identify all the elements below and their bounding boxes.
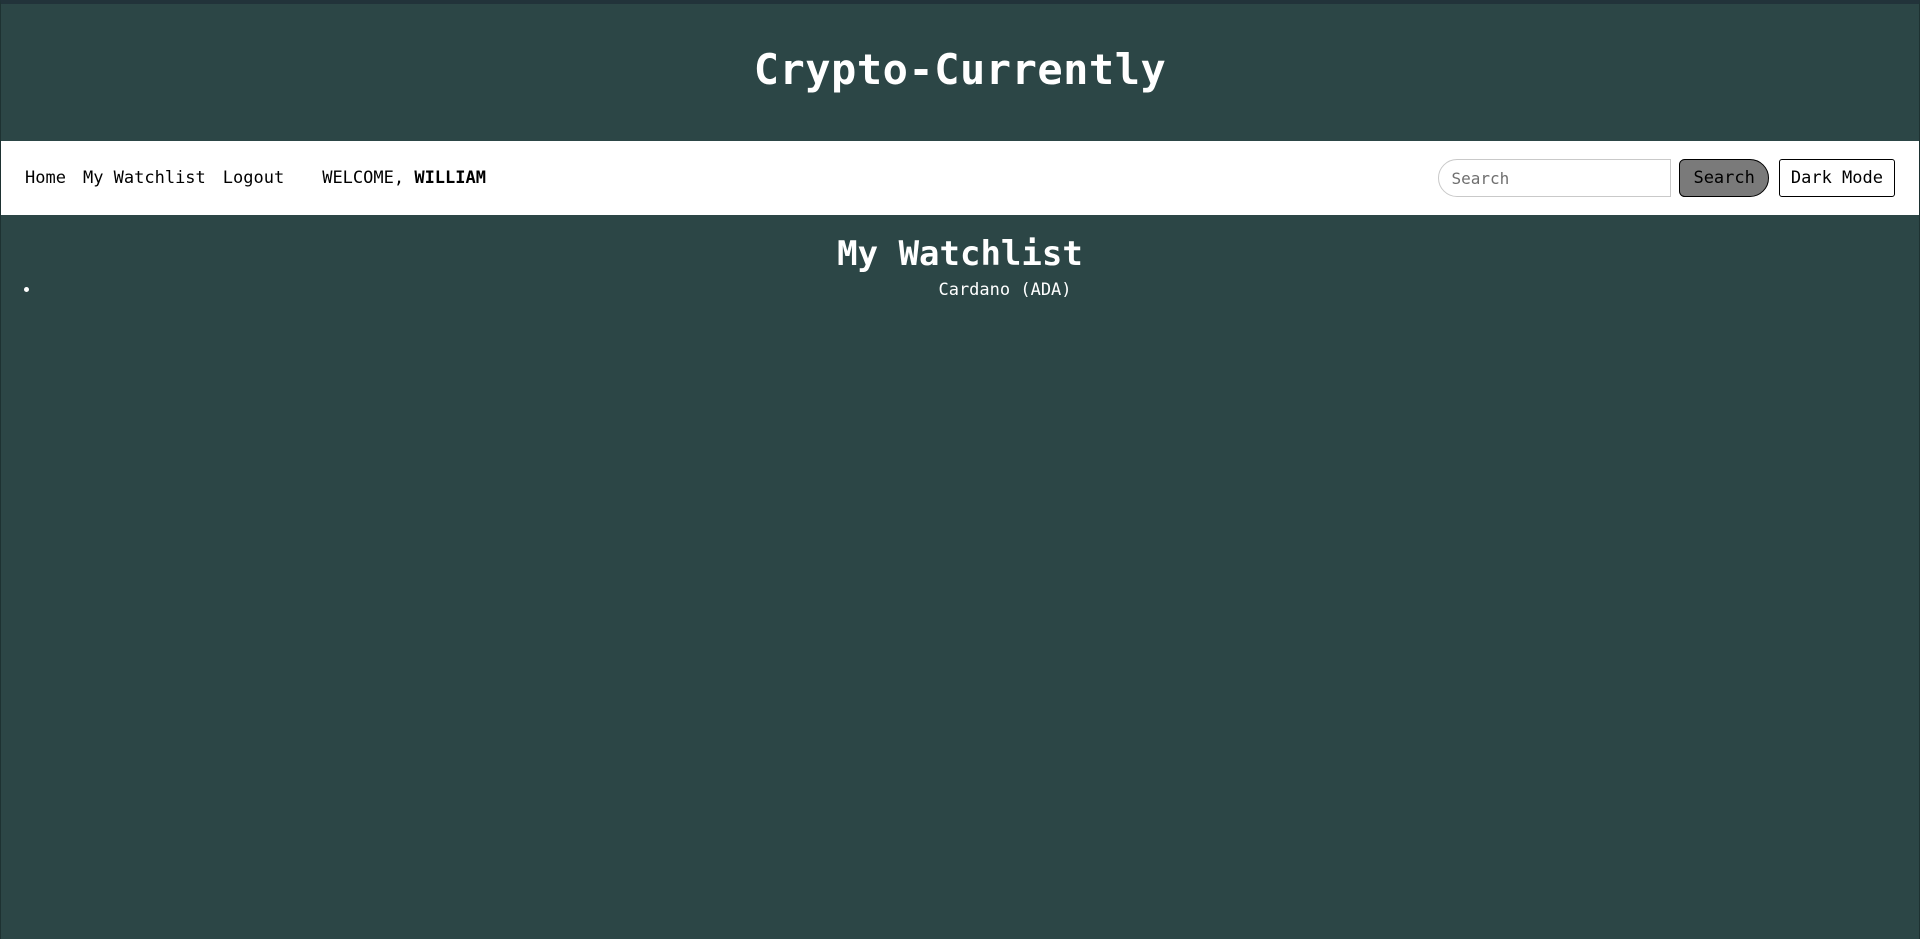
navbar: Home My Watchlist Logout WELCOME, WILLIA… (1, 141, 1919, 215)
nav-link-my-watchlist[interactable]: My Watchlist (83, 168, 206, 188)
nav-links: Home My Watchlist Logout (25, 168, 301, 188)
search-input[interactable] (1438, 159, 1672, 197)
dark-mode-button[interactable]: Dark Mode (1778, 159, 1895, 197)
search-button[interactable]: Search (1679, 159, 1769, 197)
app-frame: Crypto-Currently Home My Watchlist Logou… (0, 0, 1920, 939)
welcome-message: WELCOME, WILLIAM (322, 168, 486, 188)
nav-link-home[interactable]: Home (25, 168, 66, 188)
nav-link-logout[interactable]: Logout (223, 168, 284, 188)
site-title: Crypto-Currently (753, 45, 1167, 94)
site-header: Crypto-Currently (1, 4, 1919, 141)
main-content: My Watchlist Cardano (ADA) (1, 215, 1919, 300)
watchlist: Cardano (ADA) (1, 280, 1919, 300)
watchlist-item: Cardano (ADA) (41, 280, 1919, 300)
welcome-prefix: WELCOME, (322, 168, 415, 188)
page-title: My Watchlist (837, 234, 1083, 274)
nav-actions: Search Dark Mode (1438, 159, 1895, 197)
welcome-username: WILLIAM (414, 168, 486, 188)
